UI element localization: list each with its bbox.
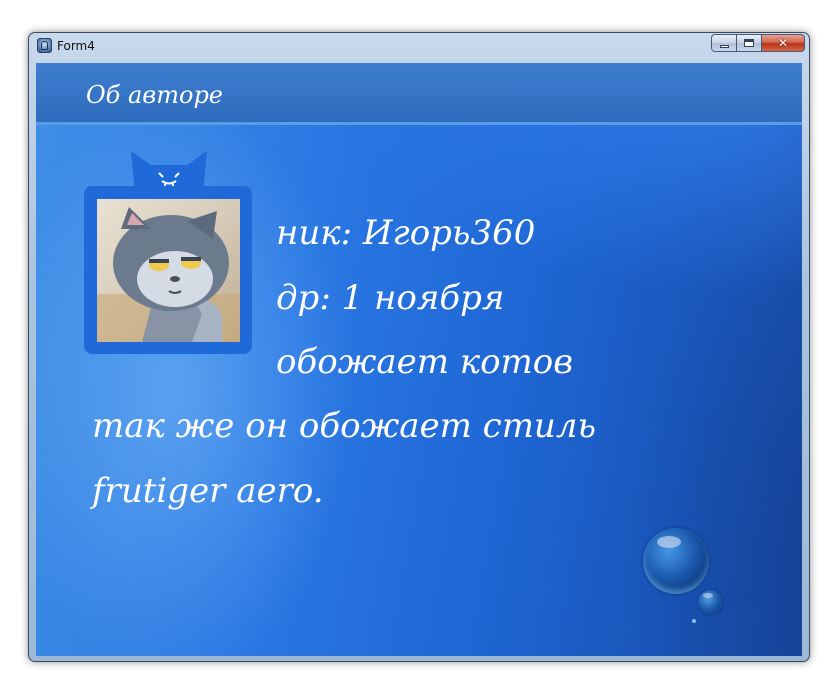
maximize-button[interactable]: [737, 34, 762, 52]
client-area: Об авторе ник: Игорь360 др: 1 ноября обо…: [36, 63, 802, 656]
window-controls: ✕: [711, 34, 805, 54]
header-band: Об авторе: [36, 63, 802, 125]
app-window: Form4 ✕ Об авторе ник: Игорь360 др: 1 но…: [28, 32, 810, 662]
close-button[interactable]: ✕: [762, 34, 805, 52]
window-title: Form4: [57, 39, 95, 53]
about-text-line-1: так же он обожает стиль: [92, 406, 596, 446]
avatar-frame: [84, 186, 252, 354]
avatar: [97, 199, 240, 342]
avatar-card: [84, 151, 254, 356]
maximize-icon: [744, 39, 754, 47]
bubble-small-decoration: [698, 590, 723, 615]
bubble-large-decoration: [643, 528, 709, 594]
cat-photo: [97, 207, 240, 342]
page-title: Об авторе: [86, 81, 224, 109]
app-icon[interactable]: [37, 38, 52, 53]
bubble-tiny-decoration: [692, 619, 696, 623]
title-bar[interactable]: Form4 ✕: [29, 33, 809, 59]
close-icon: ✕: [777, 36, 789, 50]
nickname-text: ник: Игорь360: [276, 213, 536, 253]
minimize-icon: [720, 45, 729, 48]
about-text-line-2: frutiger aero.: [92, 471, 324, 511]
likes-text: обожает котов: [276, 342, 574, 382]
birthday-text: др: 1 ноября: [276, 278, 505, 318]
minimize-button[interactable]: [711, 34, 737, 52]
